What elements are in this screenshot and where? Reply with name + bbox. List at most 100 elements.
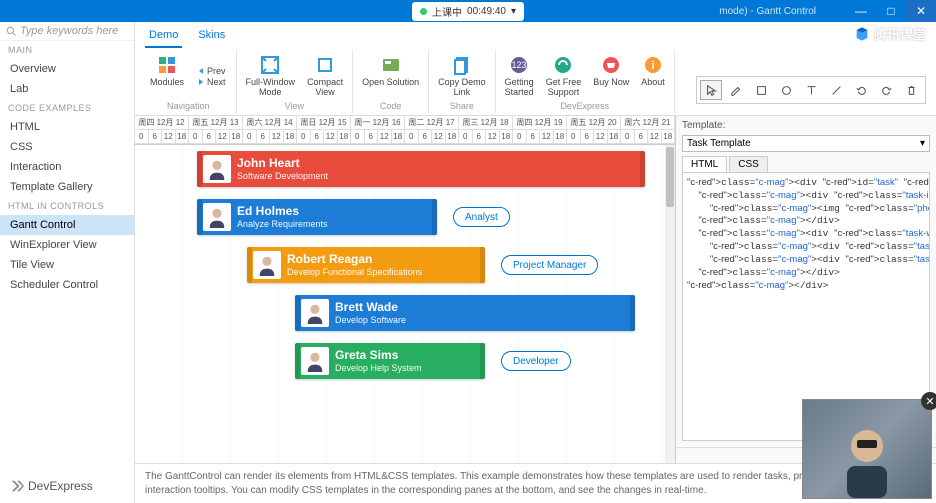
- gantt-task[interactable]: Greta SimsDevelop Help System: [295, 343, 485, 379]
- ribbon-btn-get-free-support[interactable]: Get FreeSupport: [543, 52, 585, 100]
- ribbon-group-devexpress: 123GettingStartedGet FreeSupportBuy Nowi…: [496, 50, 675, 113]
- timescale-hour: 18: [662, 130, 676, 144]
- nav-item-winexplorer-view[interactable]: WinExplorer View: [0, 235, 134, 255]
- task-title: Analyze Requirements: [237, 219, 328, 229]
- scrollbar-thumb[interactable]: [666, 147, 674, 207]
- employee-photo: [203, 155, 231, 183]
- svg-text:i: i: [651, 60, 654, 72]
- text-icon: [805, 84, 818, 97]
- tool-trash-button[interactable]: [900, 80, 922, 100]
- presenter-silhouette: [827, 418, 907, 498]
- timescale-hour: 18: [500, 130, 514, 144]
- tool-cursor-button[interactable]: [700, 80, 722, 100]
- line-icon: [830, 84, 843, 97]
- ribbon-tab-skins[interactable]: Skins: [194, 26, 229, 48]
- ribbon-btn-open-solution[interactable]: Open Solution: [359, 52, 422, 100]
- tool-pencil-button[interactable]: [725, 80, 747, 100]
- ribbon-group-navigation: ModulesPrevNextNavigation: [141, 50, 237, 113]
- nav-item-overview[interactable]: Overview: [0, 59, 134, 79]
- timescale-hour: 18: [284, 130, 298, 144]
- ribbon-btn-modules[interactable]: Modules: [147, 52, 187, 100]
- webcam-overlay[interactable]: ✕: [802, 399, 932, 499]
- ribbon-nav-prev[interactable]: Prev: [197, 66, 226, 76]
- tool-undo-button[interactable]: [850, 80, 872, 100]
- ribbon-btn-getting-started[interactable]: 123GettingStarted: [502, 52, 537, 100]
- tool-text-button[interactable]: [800, 80, 822, 100]
- tool-square-button[interactable]: [750, 80, 772, 100]
- gantt-task[interactable]: John HeartSoftware Development: [197, 151, 645, 187]
- nav-item-template-gallery[interactable]: Template Gallery: [0, 177, 134, 197]
- svg-text:123: 123: [512, 60, 527, 70]
- chevron-down-icon: ▾: [920, 138, 925, 149]
- timescale-hour: 18: [230, 130, 244, 144]
- task-employee: Ed Holmes: [237, 205, 328, 219]
- minimize-button[interactable]: —: [846, 0, 876, 22]
- nav-item-lab[interactable]: Lab: [0, 79, 134, 99]
- close-button[interactable]: ✕: [906, 0, 936, 22]
- gantt-body[interactable]: John HeartSoftware DevelopmentEd HolmesA…: [135, 145, 675, 463]
- brand-icon: [854, 26, 870, 42]
- code-tab-css[interactable]: CSS: [729, 156, 768, 172]
- ribbon-icon: [451, 54, 473, 76]
- ribbon-btn-label: Open Solution: [362, 78, 419, 98]
- nav-item-interaction[interactable]: Interaction: [0, 157, 134, 177]
- timescale-hour: 6: [365, 130, 379, 144]
- employee-photo: [301, 299, 329, 327]
- task-employee: Greta Sims: [335, 349, 422, 363]
- maximize-button[interactable]: □: [876, 0, 906, 22]
- timescale: 周四 12月 12周五 12月 13周六 12月 14周日 12月 15周一 1…: [135, 116, 675, 145]
- window-controls: — □ ✕: [846, 0, 936, 22]
- code-tab-html[interactable]: HTML: [682, 156, 727, 172]
- template-select[interactable]: Task Template ▾: [682, 135, 930, 152]
- ribbon-nav-next[interactable]: Next: [197, 77, 226, 87]
- task-employee: Brett Wade: [335, 301, 406, 315]
- nav-item-tile-view[interactable]: Tile View: [0, 255, 134, 275]
- ribbon-tab-demo[interactable]: Demo: [145, 26, 182, 48]
- ribbon-btn-copy-demo-link[interactable]: Copy DemoLink: [435, 52, 489, 100]
- role-pill[interactable]: Project Manager: [501, 255, 598, 275]
- timescale-hour: 12: [270, 130, 284, 144]
- gantt-task[interactable]: Ed HolmesAnalyze Requirements: [197, 199, 437, 235]
- nav-item-scheduler-control[interactable]: Scheduler Control: [0, 275, 134, 295]
- search-placeholder: Type keywords here: [20, 25, 118, 37]
- nav-item-html[interactable]: HTML: [0, 117, 134, 137]
- search-input[interactable]: Type keywords here: [0, 22, 134, 41]
- ribbon-btn-label: Copy DemoLink: [438, 78, 486, 98]
- template-label: Template:: [676, 116, 936, 135]
- timescale-hour: 12: [432, 130, 446, 144]
- gantt-task[interactable]: Robert ReaganDevelop Functional Specific…: [247, 247, 485, 283]
- timescale-hour: 6: [257, 130, 271, 144]
- task-title: Develop Software: [335, 315, 406, 325]
- employee-photo: [253, 251, 281, 279]
- ribbon-btn-compact-view[interactable]: CompactView: [304, 52, 346, 100]
- role-pill[interactable]: Analyst: [453, 207, 510, 227]
- tool-redo-button[interactable]: [875, 80, 897, 100]
- nav-item-css[interactable]: CSS: [0, 137, 134, 157]
- ribbon-btn-buy-now[interactable]: Buy Now: [590, 52, 632, 100]
- tool-circle-button[interactable]: [775, 80, 797, 100]
- ribbon-group-view: Full-WindowModeCompactViewView: [237, 50, 354, 113]
- timescale-day: 周日 12月 15: [297, 116, 351, 130]
- timescale-day: 周一 12月 16: [351, 116, 405, 130]
- timescale-hour: 12: [378, 130, 392, 144]
- webcam-close-button[interactable]: ✕: [921, 392, 936, 410]
- ribbon-icon: [600, 54, 622, 76]
- ribbon-btn-about[interactable]: iAbout: [638, 52, 668, 100]
- timescale-hour: 18: [554, 130, 568, 144]
- redo-icon: [880, 84, 893, 97]
- ribbon-btn-full-window-mode[interactable]: Full-WindowMode: [243, 52, 299, 100]
- triangle-right-icon: [197, 78, 205, 86]
- gantt-task[interactable]: Brett WadeDevelop Software: [295, 295, 635, 331]
- timescale-hour: 18: [176, 130, 190, 144]
- annotation-toolbar: [696, 76, 926, 104]
- recording-chevron-icon[interactable]: ▾: [511, 6, 516, 17]
- timescale-day: 周五 12月 20: [567, 116, 621, 130]
- role-pill[interactable]: Developer: [501, 351, 571, 371]
- titlebar: 上课中 00:49:40 ▾ mode) - Gantt Control — □…: [0, 0, 936, 22]
- nav-item-gantt-control[interactable]: Gantt Control: [0, 215, 134, 235]
- ribbon-group-label: Share: [450, 101, 474, 111]
- brand-overlay: 腾讯课堂: [854, 24, 926, 43]
- timescale-hour: 12: [648, 130, 662, 144]
- tool-line-button[interactable]: [825, 80, 847, 100]
- vertical-scrollbar[interactable]: [665, 145, 675, 463]
